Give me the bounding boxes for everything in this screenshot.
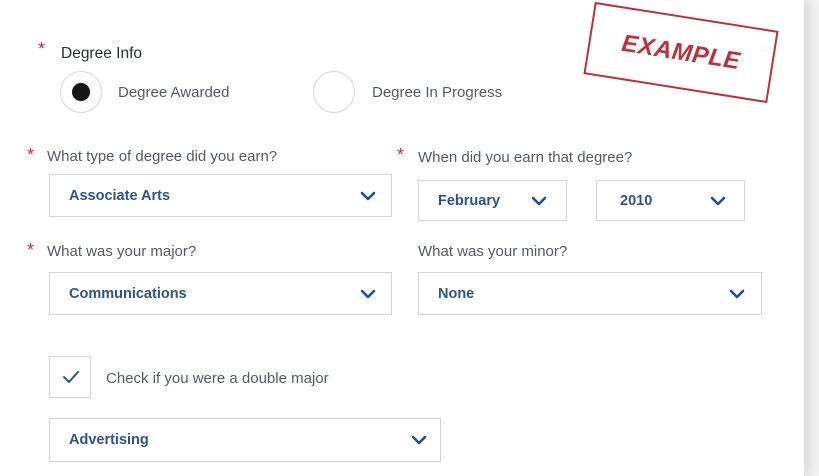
minor-value: None [438,285,475,302]
chevron-down-icon [710,196,726,205]
minor-label: What was your minor? [418,243,568,260]
degree-type-value: Associate Arts [69,187,171,204]
chevron-down-icon [411,435,427,445]
radio-degree-awarded-label[interactable]: Degree Awarded [118,84,229,102]
chevron-down-icon [531,196,547,205]
example-stamp: EXAMPLE [583,1,779,104]
major-value: Communications [69,285,187,302]
earned-date-required-mark: * [397,145,405,165]
minor-select[interactable]: None [418,272,762,315]
chevron-down-icon [360,289,376,298]
degree-info-label: Degree Info [61,45,142,62]
checkmark-icon [63,371,79,383]
chevron-down-icon [360,191,376,200]
chevron-down-icon [729,289,745,298]
example-stamp-text: EXAMPLE [619,29,743,75]
radio-degree-in-progress[interactable] [313,71,355,113]
degree-type-label: What type of degree did you earn? [47,148,278,165]
radio-degree-awarded[interactable] [60,71,102,113]
major-label: What was your major? [47,243,197,260]
degree-info-required-mark: * [38,39,46,59]
major-select[interactable]: Communications [49,272,392,315]
earned-month-select[interactable]: February [418,180,567,221]
earned-year-select[interactable]: 2010 [596,180,745,221]
earned-month-value: February [438,192,501,209]
degree-type-required-mark: * [27,145,35,165]
degree-type-select[interactable]: Associate Arts [49,174,392,217]
double-major-checkbox[interactable] [49,356,91,398]
major-required-mark: * [27,240,35,260]
second-major-select[interactable]: Advertising [49,418,441,462]
second-major-value: Advertising [69,432,149,448]
earned-date-label: When did you earn that degree? [418,149,633,166]
degree-form-card: * Degree Info Degree Awarded Degree In P… [0,0,804,476]
double-major-label[interactable]: Check if you were a double major [106,370,329,388]
radio-degree-in-progress-label[interactable]: Degree In Progress [372,84,502,102]
radio-dot-icon [72,83,90,101]
earned-year-value: 2010 [620,192,653,209]
